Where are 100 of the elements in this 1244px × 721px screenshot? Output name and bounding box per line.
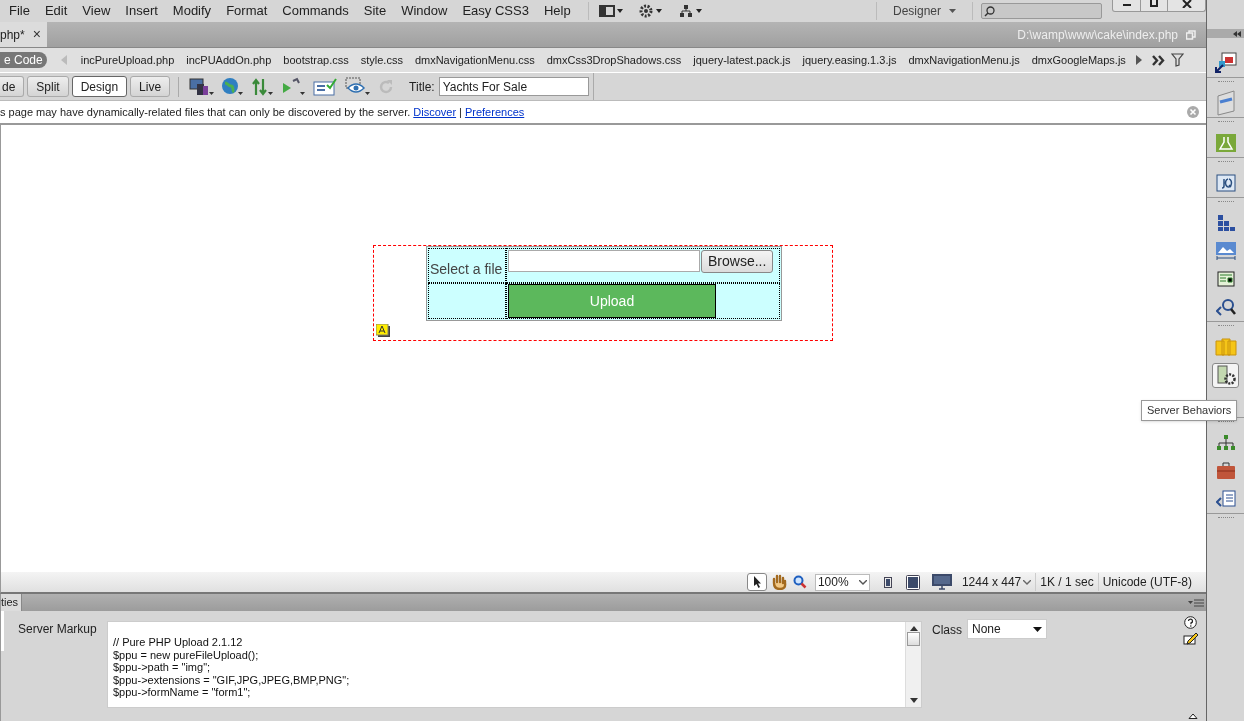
related-file-link[interactable]: dmxCss3DropShadows.css	[546, 51, 682, 69]
sitemap-icon[interactable]	[1215, 434, 1236, 452]
checklist-icon[interactable]	[313, 76, 340, 97]
caret-icon	[1033, 626, 1042, 632]
download-time: 1K / 1 sec	[1036, 573, 1099, 591]
related-file-link[interactable]: dmxNavigationMenu.css	[414, 51, 535, 69]
menu-item[interactable]: Insert	[118, 1, 165, 21]
view-button[interactable]: Split	[27, 76, 69, 97]
related-file-link[interactable]: dmxNavigationMenu.js	[908, 51, 1020, 69]
code-line: $ppu->extensions = "GIF,JPG,JPEG,BMP,PNG";	[113, 673, 351, 686]
zoom-dropdown[interactable]: 100%	[814, 573, 870, 591]
class-label: Class	[932, 622, 962, 639]
view-button[interactable]: Design	[71, 76, 128, 97]
file-label: Select a file	[429, 260, 503, 279]
hand-icon[interactable]	[770, 574, 787, 590]
invisible-element-icon[interactable]	[376, 324, 392, 338]
caret-icon	[1023, 579, 1032, 585]
server-markup-editor[interactable]: // Pure PHP Upload 2.1.12 $ppu = new pureFileUpload(); $ppu->path = "img"; $ppu->extensions = "GIF,JPG,JPEG,BMP,PNG"; $ppu->formName = "form1";	[107, 621, 922, 708]
flask-icon[interactable]	[1215, 134, 1236, 152]
briefcase-icon[interactable]	[1215, 462, 1236, 480]
title-label: Title:	[409, 78, 435, 96]
css-panel-icon[interactable]	[1215, 90, 1236, 116]
filter-icon[interactable]	[1170, 53, 1184, 67]
menu-item[interactable]: View	[75, 1, 118, 21]
collapse-panels-icon[interactable]	[1233, 30, 1241, 37]
table-icon[interactable]	[1216, 271, 1235, 287]
encoding: Unicode (UTF-8)	[1101, 574, 1193, 591]
server-markup-label: Server Markup	[18, 621, 98, 638]
menu-item[interactable]: Edit	[37, 1, 75, 21]
menu-item[interactable]: Site	[356, 1, 394, 21]
related-file-link[interactable]: jquery-latest.pack.js	[693, 51, 791, 69]
view-button[interactable]: Live	[130, 76, 171, 97]
related-file-link[interactable]: incPUAddOn.php	[186, 51, 272, 69]
search-icon	[984, 5, 995, 17]
window-size-dropdown[interactable]: 1244 x 447	[961, 573, 1037, 591]
devices-icon[interactable]	[189, 76, 216, 97]
double-chevron-icon[interactable]	[1151, 54, 1166, 66]
menu-item[interactable]: Commands	[275, 1, 356, 21]
search-field[interactable]	[981, 3, 1102, 19]
desktop-size-icon[interactable]	[931, 574, 952, 590]
file-path: D:\wamp\www\cake\index.php	[1017, 26, 1178, 44]
code-line: $ppu->path = "img";	[113, 661, 212, 674]
caret-icon	[949, 9, 956, 13]
code-snippet-icon[interactable]	[1215, 490, 1236, 508]
eye-icon[interactable]	[345, 76, 372, 97]
menu-item[interactable]: Format	[219, 1, 275, 21]
up-down-arrows-icon[interactable]	[251, 76, 276, 97]
discover-link[interactable]: Discover	[413, 103, 457, 121]
server-behaviors-button[interactable]	[1212, 362, 1239, 388]
menu-item[interactable]: File	[2, 1, 37, 21]
tablet-size-icon[interactable]	[905, 574, 920, 590]
pointer-icon	[752, 576, 761, 588]
menu-item[interactable]: Easy CSS3	[455, 1, 536, 21]
code-line: $ppu->formName = "form1";	[113, 686, 252, 699]
select-tool[interactable]	[746, 573, 767, 591]
class-dropdown[interactable]: None	[967, 619, 1047, 639]
globe-icon[interactable]	[221, 76, 246, 97]
site-map-icon[interactable]	[678, 4, 703, 18]
preferences-link[interactable]: Preferences	[464, 103, 525, 121]
related-file-link[interactable]: jquery.easing.1.3.js	[802, 51, 897, 69]
menu-item[interactable]: Help	[536, 1, 578, 21]
right-arrow-icon[interactable]	[1135, 55, 1142, 65]
scroll-down-icon[interactable]	[909, 698, 918, 703]
settings-icon[interactable]	[638, 4, 663, 18]
menu-item[interactable]: Modify	[165, 1, 219, 21]
image-icon[interactable]	[1214, 241, 1237, 261]
related-file-link[interactable]: dmxGoogleMaps.js	[1031, 51, 1126, 69]
related-file-link[interactable]: style.css	[360, 51, 403, 69]
scroll-thumb[interactable]	[907, 631, 920, 646]
close-tab-button[interactable]: ×	[32, 24, 41, 45]
related-file-link[interactable]: incPureUpload.php	[80, 51, 175, 69]
properties-tab[interactable]: ties	[1, 594, 23, 611]
edit-icon[interactable]	[1183, 631, 1198, 645]
jquery-icon[interactable]	[1215, 174, 1236, 192]
menu-item[interactable]: Window	[394, 1, 455, 21]
file-input-field[interactable]	[508, 250, 700, 272]
code-line: $ppu = new pureFileUpload();	[113, 648, 260, 661]
related-file-link[interactable]: bootstrap.css	[283, 51, 349, 69]
panel-menu-icon[interactable]	[1188, 598, 1204, 608]
help-icon[interactable]	[1184, 616, 1197, 629]
close-icon	[1181, 0, 1192, 8]
tooltip: Server Behaviors	[1141, 400, 1238, 421]
caret-icon	[858, 579, 867, 585]
info-message: s page may have dynamically-related files that can only be discovered by the server.	[0, 104, 411, 120]
phone-size-icon[interactable]	[883, 576, 892, 588]
browse-button[interactable]: Browse...	[701, 250, 774, 273]
workspace-dropdown[interactable]: Designer	[884, 2, 964, 20]
vertical-scrollbar[interactable]	[905, 622, 921, 707]
collapse-icon[interactable]	[1188, 713, 1198, 719]
title-field[interactable]: Yachts For Sale	[438, 77, 589, 96]
blocks-icon[interactable]	[1215, 214, 1236, 232]
layout-icon[interactable]	[598, 5, 623, 17]
view-button[interactable]: de	[0, 76, 25, 97]
code-inspect-icon[interactable]	[1215, 298, 1236, 316]
source-code-pill[interactable]: e Code	[0, 52, 47, 68]
link-separator: |	[459, 104, 462, 120]
zoom-icon[interactable]	[792, 575, 807, 589]
insert-icon[interactable]	[1213, 51, 1238, 75]
document-tab[interactable]: php* ×	[0, 22, 47, 47]
play-icon[interactable]	[281, 76, 308, 97]
